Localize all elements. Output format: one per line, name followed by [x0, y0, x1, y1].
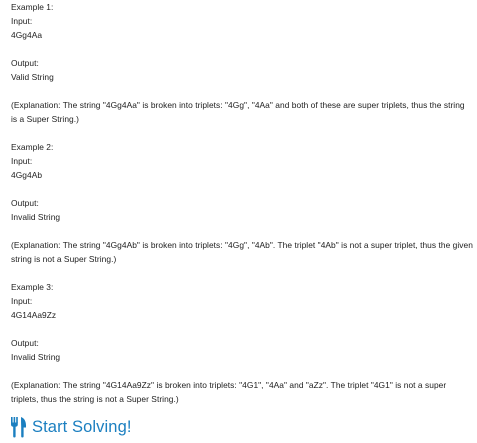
start-solving-button[interactable]: Start Solving!	[10, 414, 132, 440]
input-label: Input:	[11, 156, 33, 166]
input-value: 4Gg4Aa	[11, 30, 43, 40]
output-value: Invalid String	[11, 212, 61, 222]
explanation-text: (Explanation: The string "4Gg4Ab" is bro…	[11, 240, 473, 264]
input-value: 4Gg4Ab	[11, 170, 43, 180]
example-heading: Example 3:	[11, 282, 54, 292]
explanation-text: (Explanation: The string "4G14Aa9Zz" is …	[11, 380, 447, 404]
example-block: Example 3: Input: 4G14Aa9Zz Output: Inva…	[11, 280, 473, 406]
input-value: 4G14Aa9Zz	[11, 310, 57, 320]
problem-examples: Example 1: Input: 4Gg4Aa Output: Valid S…	[11, 0, 473, 406]
example-heading: Example 2:	[11, 142, 54, 152]
example-heading: Example 1:	[11, 2, 54, 12]
example-block: Example 2: Input: 4Gg4Ab Output: Invalid…	[11, 140, 473, 266]
output-value: Invalid String	[11, 352, 61, 362]
output-value: Valid String	[11, 72, 54, 82]
fork-knife-icon	[10, 416, 28, 438]
start-solving-label: Start Solving!	[32, 417, 132, 436]
input-label: Input:	[11, 296, 33, 306]
output-label: Output:	[11, 58, 39, 68]
output-label: Output:	[11, 198, 39, 208]
explanation-text: (Explanation: The string "4Gg4Aa" is bro…	[11, 100, 465, 124]
input-label: Input:	[11, 16, 33, 26]
output-label: Output:	[11, 338, 39, 348]
example-block: Example 1: Input: 4Gg4Aa Output: Valid S…	[11, 0, 473, 126]
